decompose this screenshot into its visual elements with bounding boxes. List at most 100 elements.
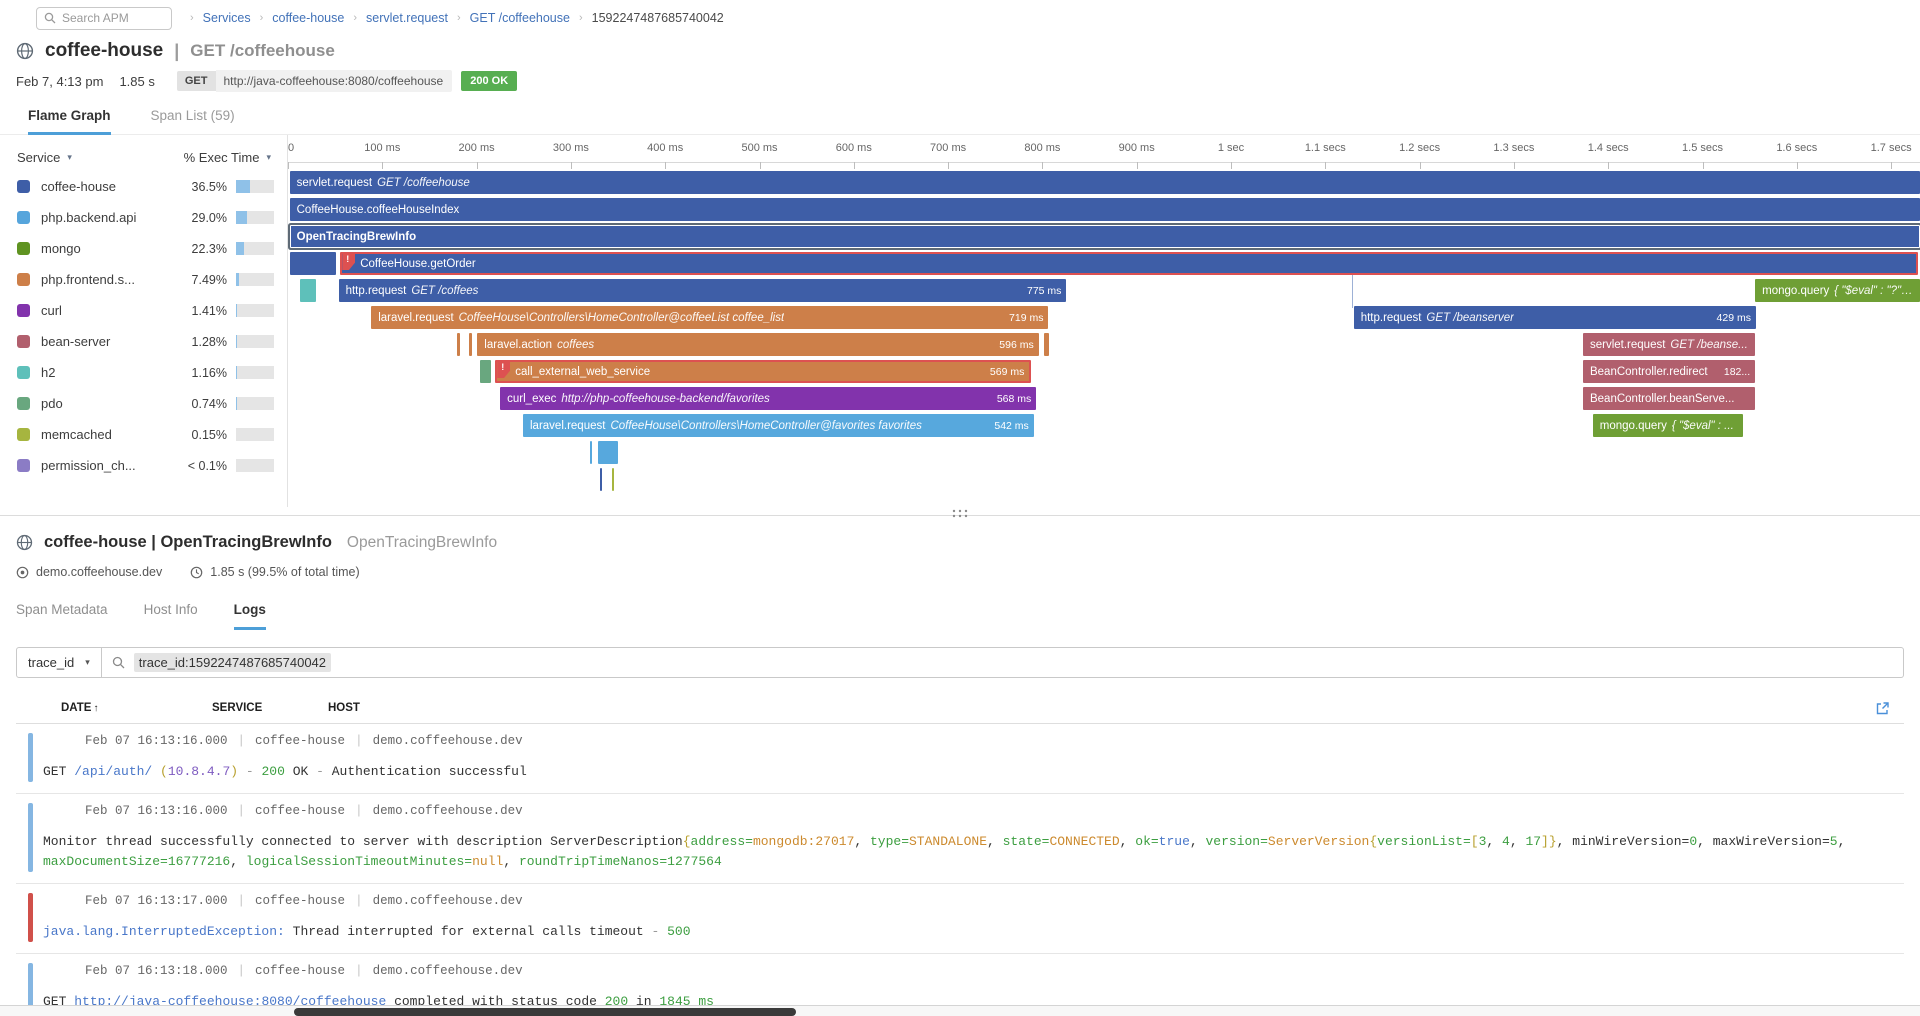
exec-time-bar xyxy=(236,180,274,193)
service-name-label: memcached xyxy=(41,427,179,442)
exec-time-sort-header[interactable]: % Exec Time ▾ xyxy=(184,150,271,165)
log-row[interactable]: Feb 07 16:13:17.000|coffee-house|demo.co… xyxy=(16,884,1904,954)
span-bar-mini[interactable] xyxy=(457,333,460,356)
span-bar[interactable]: BeanController.redirect182... xyxy=(1583,360,1755,383)
span-bar[interactable]: OpenTracingBrewInfo xyxy=(290,225,1920,248)
facet-select-dropdown[interactable]: trace_id ▾ xyxy=(16,647,102,678)
span-bar[interactable]: servlet.requestGET /beanse... xyxy=(1583,333,1755,356)
service-legend-row[interactable]: permission_ch...< 0.1% xyxy=(0,450,287,481)
detail-tab-span-metadata[interactable]: Span Metadata xyxy=(16,602,108,630)
span-bar[interactable]: laravel.actioncoffees596 ms xyxy=(477,333,1038,356)
panel-resize-divider[interactable] xyxy=(0,507,1920,520)
log-token: logicalSessionTimeoutMinutes= xyxy=(246,854,472,869)
axis-tick-label: 500 ms xyxy=(741,142,777,154)
exec-time-bar xyxy=(236,366,274,379)
log-token: minWireVersion= xyxy=(1572,834,1689,849)
span-bar-mini[interactable] xyxy=(290,252,337,275)
span-bar[interactable]: !call_external_web_service569 ms xyxy=(495,360,1031,383)
service-sort-header[interactable]: Service ▾ xyxy=(17,150,72,165)
log-token: ( xyxy=(152,764,168,779)
service-legend-row[interactable]: curl1.41% xyxy=(0,295,287,326)
span-bar[interactable]: http.requestGET /coffees775 ms xyxy=(339,279,1067,302)
tab-span-list[interactable]: Span List (59) xyxy=(151,101,235,135)
span-bar[interactable]: mongo.query{ "$eval" : "?", "? xyxy=(1755,279,1920,302)
span-bar-mini[interactable] xyxy=(600,468,602,491)
service-legend-row[interactable]: memcached0.15% xyxy=(0,419,287,450)
breadcrumb-item[interactable]: servlet.request xyxy=(366,11,448,25)
span-bar[interactable]: CoffeeHouse.coffeeHouseIndex xyxy=(290,198,1920,221)
span-bar[interactable]: mongo.query{ "$eval" : ... xyxy=(1593,414,1743,437)
service-legend-row[interactable]: h21.16% xyxy=(0,357,287,388)
log-row[interactable]: Feb 07 16:13:16.000|coffee-house|demo.co… xyxy=(16,794,1904,884)
log-token: 500 xyxy=(667,924,690,939)
tab-flame-graph[interactable]: Flame Graph xyxy=(28,101,111,135)
horizontal-scrollbar[interactable] xyxy=(0,1005,1920,1016)
flame-graph-section: Service ▾ % Exec Time ▾ coffee-house36.5… xyxy=(0,135,1920,507)
service-name-label: php.frontend.s... xyxy=(41,272,179,287)
log-token: [ xyxy=(1471,834,1479,849)
service-legend-row[interactable]: coffee-house36.5% xyxy=(0,171,287,202)
service-legend-row[interactable]: pdo0.74% xyxy=(0,388,287,419)
exec-time-bar-fill xyxy=(236,211,247,224)
axis-tick-label: 1.3 secs xyxy=(1493,142,1534,154)
span-duration-label: 542 ms xyxy=(994,420,1028,432)
service-name-label: mongo xyxy=(41,241,179,256)
detail-tab-host-info[interactable]: Host Info xyxy=(144,602,198,630)
span-bar[interactable]: http.requestGET /beanserver429 ms xyxy=(1354,306,1756,329)
log-token: Authentication successful xyxy=(332,764,527,779)
breadcrumb-item[interactable]: Services xyxy=(203,11,251,25)
column-header-host[interactable]: HOST xyxy=(328,702,360,714)
log-token: - xyxy=(316,764,332,779)
log-search-input[interactable]: trace_id:1592247487685740042 xyxy=(102,647,1904,678)
axis-tick-label: 200 ms xyxy=(459,142,495,154)
sort-ascending-icon: ↑ xyxy=(93,703,98,714)
span-name: laravel.action xyxy=(484,339,552,351)
span-duration: 1.85 s (99.5% of total time) xyxy=(210,565,359,579)
open-in-log-explorer-icon[interactable] xyxy=(1875,701,1890,716)
log-table: DATE↑ SERVICE HOST Feb 07 16:13:16.000|c… xyxy=(16,697,1904,1016)
service-legend-row[interactable]: php.frontend.s...7.49% xyxy=(0,264,287,295)
span-bar-mini[interactable] xyxy=(590,441,592,464)
service-header-label: Service xyxy=(17,150,60,165)
span-duration-label: 719 ms xyxy=(1009,312,1043,324)
span-bar[interactable]: laravel.requestCoffeeHouse\Controllers\H… xyxy=(371,306,1048,329)
breadcrumb-item[interactable]: coffee-house xyxy=(272,11,344,25)
span-duration-label: 569 ms xyxy=(990,366,1024,378)
service-legend-row[interactable]: php.backend.api29.0% xyxy=(0,202,287,233)
span-bar-mini[interactable] xyxy=(612,468,614,491)
span-bar[interactable]: servlet.requestGET /coffeehouse xyxy=(290,171,1920,194)
scrollbar-thumb[interactable] xyxy=(294,1008,796,1016)
log-token: ) xyxy=(230,764,238,779)
detail-tab-logs[interactable]: Logs xyxy=(234,602,266,630)
title-pipe: | xyxy=(174,41,179,62)
search-apm-input[interactable]: Search APM xyxy=(36,7,172,30)
exec-time-bar xyxy=(236,459,274,472)
span-bar-mini[interactable] xyxy=(598,441,618,464)
axis-tick-mark xyxy=(1797,162,1798,169)
span-bar[interactable]: curl_exechttp://php-coffeehouse-backend/… xyxy=(500,387,1036,410)
log-token: , xyxy=(1697,834,1713,849)
span-bar[interactable]: laravel.requestCoffeeHouse\Controllers\H… xyxy=(523,414,1034,437)
span-bar[interactable]: !CoffeeHouse.getOrder xyxy=(340,252,1918,275)
breadcrumb-item[interactable]: GET /coffeehouse xyxy=(470,11,570,25)
axis-tick-mark xyxy=(1891,162,1892,169)
axis-tick-mark xyxy=(665,162,666,169)
service-legend-row[interactable]: bean-server1.28% xyxy=(0,326,287,357)
drag-handle-icon[interactable] xyxy=(952,509,968,518)
log-host: demo.coffeehouse.dev xyxy=(373,734,523,748)
column-header-service[interactable]: SERVICE xyxy=(212,702,262,714)
log-host: demo.coffeehouse.dev xyxy=(373,894,523,908)
span-bar-mini[interactable] xyxy=(469,333,472,356)
log-row[interactable]: Feb 07 16:13:16.000|coffee-house|demo.co… xyxy=(16,724,1904,794)
span-bar-mini[interactable] xyxy=(480,360,491,383)
span-detail-title: coffee-house | OpenTracingBrewInfo xyxy=(44,533,332,552)
exec-time-percent: 0.74% xyxy=(179,397,227,411)
span-bar[interactable]: BeanController.beanServe... xyxy=(1583,387,1755,410)
column-header-date[interactable]: DATE↑ xyxy=(61,702,98,714)
log-token: { xyxy=(683,834,691,849)
span-bar-mini[interactable] xyxy=(300,279,316,302)
span-bar-mini[interactable] xyxy=(1044,333,1049,356)
exec-time-bar xyxy=(236,273,274,286)
service-legend-row[interactable]: mongo22.3% xyxy=(0,233,287,264)
axis-tick-mark xyxy=(1703,162,1704,169)
